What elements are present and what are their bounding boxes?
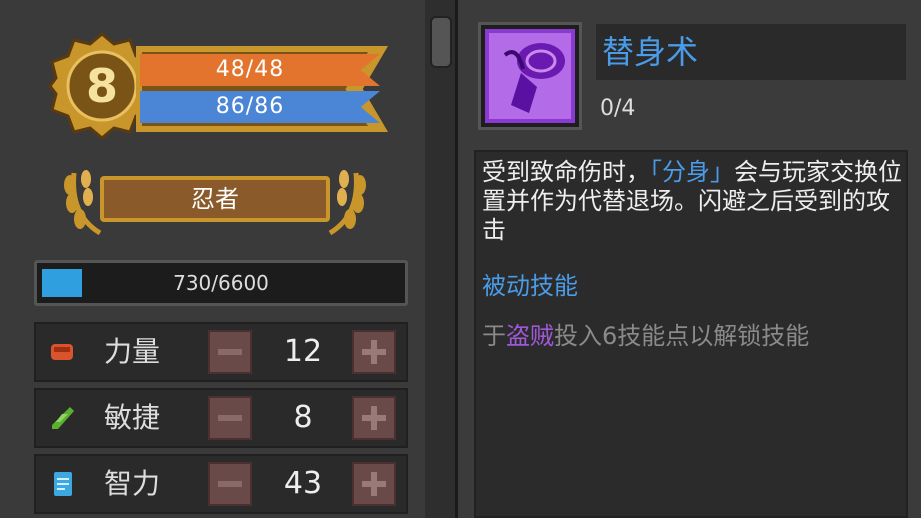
mp-text: 86/86 xyxy=(215,94,285,119)
intelligence-plus-button[interactable] xyxy=(352,462,396,506)
panel-scroll-handle[interactable] xyxy=(430,16,452,68)
class-plate: 忍者 xyxy=(100,176,330,222)
substitution-scroll-icon xyxy=(485,29,575,123)
agility-minus-button[interactable] xyxy=(208,396,252,440)
skill-description: 受到致命伤时，「分身」会与玩家交换位置并作为代替退场。闪避之后受到的攻击 xyxy=(482,158,902,245)
skill-type: 被动技能 xyxy=(482,272,578,300)
xp-bar: 730/6600 xyxy=(34,260,408,306)
intelligence-minus-button[interactable] xyxy=(208,462,252,506)
xp-text: 730/6600 xyxy=(173,271,269,295)
stat-label: 智力 xyxy=(104,467,161,500)
book-icon xyxy=(54,472,72,496)
stat-label: 敏捷 xyxy=(104,401,161,434)
strength-minus-button[interactable] xyxy=(208,330,252,374)
skill-name: 替身术 xyxy=(602,33,699,71)
stat-row-strength: 力量 12 xyxy=(34,322,408,382)
stat-value: 43 xyxy=(283,466,323,501)
desc-keyword: 「分身」 xyxy=(650,158,734,186)
unlock-text: 投入6技能点以解锁技能 xyxy=(554,322,810,350)
fist-icon xyxy=(51,344,73,360)
class-name: 忍者 xyxy=(191,185,239,213)
desc-text: 受到致命伤时， xyxy=(482,158,650,186)
agility-plus-button[interactable] xyxy=(352,396,396,440)
stat-row-intelligence: 智力 43 xyxy=(34,454,408,514)
skill-icon-frame[interactable] xyxy=(478,22,582,130)
stat-label: 力量 xyxy=(104,335,161,368)
skill-level: 0/4 xyxy=(600,96,636,121)
unlock-class: 盗贼 xyxy=(506,322,554,350)
skill-description-box: 受到致命伤时，「分身」会与玩家交换位置并作为代替退场。闪避之后受到的攻击 被动技… xyxy=(474,150,908,518)
stat-value: 8 xyxy=(293,400,313,435)
unlock-requirement: 于盗贼投入6技能点以解锁技能 xyxy=(482,322,902,351)
stat-row-agility: 敏捷 8 xyxy=(34,388,408,448)
strength-plus-button[interactable] xyxy=(352,330,396,374)
unlock-text: 于 xyxy=(482,322,506,350)
stat-value: 12 xyxy=(283,334,323,369)
level-number: 8 xyxy=(86,59,118,113)
hp-text: 48/48 xyxy=(215,57,285,82)
feather-icon xyxy=(52,407,74,429)
skill-title-box: 替身术 xyxy=(596,24,906,80)
